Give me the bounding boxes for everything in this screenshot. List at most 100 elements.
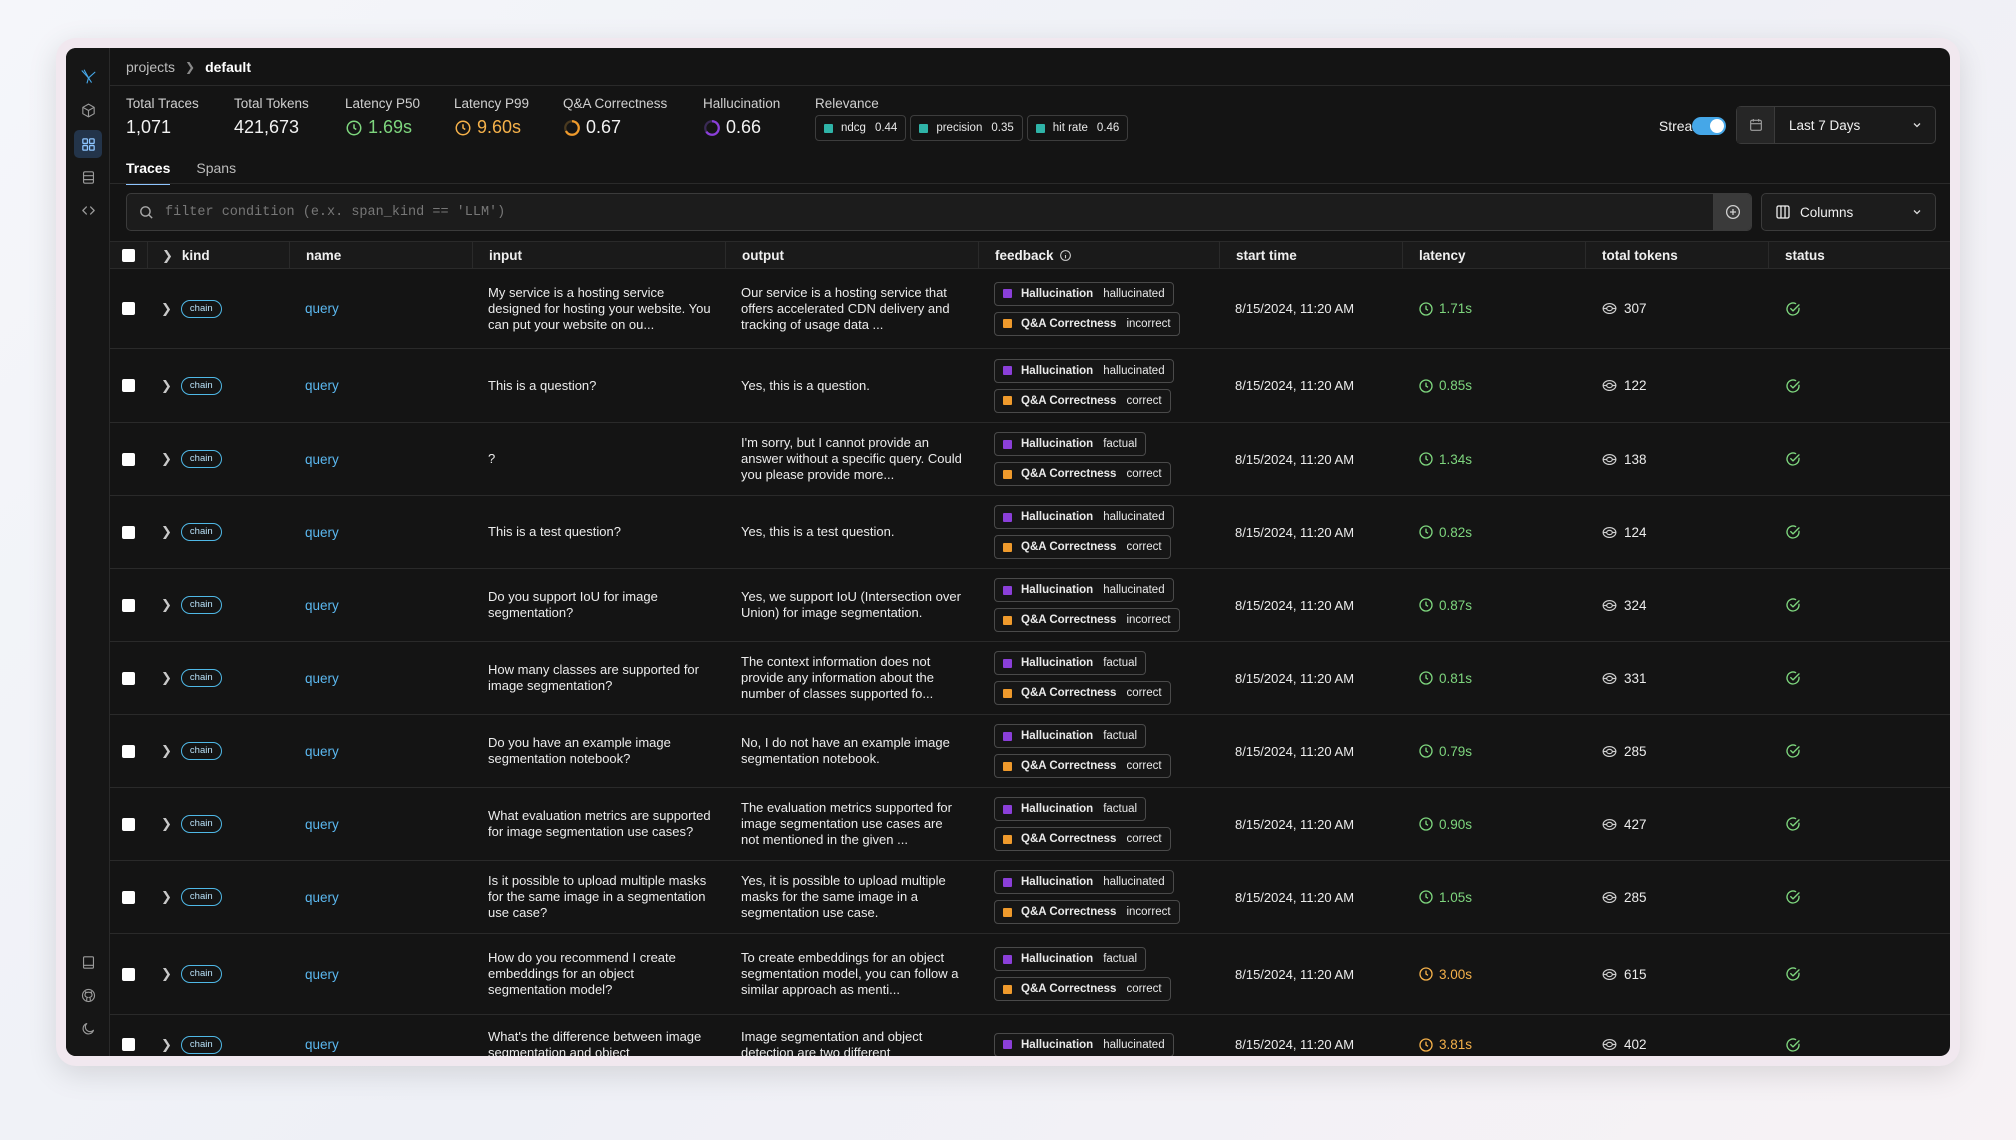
annotation-label: factual bbox=[1103, 803, 1138, 815]
hallucination-annotation[interactable]: Hallucination factual bbox=[994, 947, 1147, 971]
hallucination-annotation[interactable]: Hallucination factual bbox=[994, 651, 1147, 675]
github-icon[interactable] bbox=[74, 981, 102, 1009]
qa-correctness-annotation[interactable]: Q&A Correctness correct bbox=[994, 754, 1171, 778]
row-checkbox[interactable] bbox=[110, 788, 147, 860]
breadcrumb-projects[interactable]: projects bbox=[126, 59, 175, 75]
code-icon[interactable] bbox=[74, 196, 102, 224]
divider bbox=[110, 183, 1950, 184]
row-checkbox[interactable] bbox=[110, 269, 147, 348]
trace-name-link[interactable]: query bbox=[305, 967, 339, 982]
cube-icon[interactable] bbox=[74, 96, 102, 124]
header-kind[interactable]: ❯ kind bbox=[147, 242, 289, 269]
book-icon[interactable] bbox=[74, 948, 102, 976]
hallucination-annotation[interactable]: Hallucination factual bbox=[994, 432, 1147, 456]
table-row[interactable]: ❯ chain query My service is a hosting se… bbox=[110, 269, 1950, 349]
info-icon[interactable] bbox=[1059, 249, 1072, 262]
table-row[interactable]: ❯ chain query This is a test question? Y… bbox=[110, 496, 1950, 569]
token-icon bbox=[1602, 526, 1617, 538]
table-row[interactable]: ❯ chain query Do you support IoU for ima… bbox=[110, 569, 1950, 642]
table-row[interactable]: ❯ chain query ? I'm sorry, but I cannot … bbox=[110, 423, 1950, 496]
row-checkbox[interactable] bbox=[110, 1015, 147, 1056]
trace-name-link[interactable]: query bbox=[305, 598, 339, 613]
chevron-right-icon[interactable]: ❯ bbox=[162, 248, 173, 264]
qa-correctness-annotation[interactable]: Q&A Correctness correct bbox=[994, 977, 1171, 1001]
row-checkbox[interactable] bbox=[110, 349, 147, 422]
date-range-picker[interactable]: Last 7 Days bbox=[1736, 106, 1936, 144]
hallucination-annotation[interactable]: Hallucination hallucinated bbox=[994, 1032, 1174, 1056]
expand-chevron-icon[interactable]: ❯ bbox=[161, 889, 172, 905]
columns-button[interactable]: Columns bbox=[1761, 193, 1936, 231]
expand-chevron-icon[interactable]: ❯ bbox=[161, 378, 172, 394]
expand-chevron-icon[interactable]: ❯ bbox=[161, 597, 172, 613]
header-input[interactable]: input bbox=[472, 242, 725, 269]
qa-correctness-annotation[interactable]: Q&A Correctness correct bbox=[994, 681, 1171, 705]
header-start-time[interactable]: start time bbox=[1219, 242, 1402, 269]
row-checkbox[interactable] bbox=[110, 569, 147, 641]
qa-correctness-annotation[interactable]: Q&A Correctness correct bbox=[994, 388, 1171, 413]
expand-chevron-icon[interactable]: ❯ bbox=[161, 670, 172, 686]
trace-name-link[interactable]: query bbox=[305, 301, 339, 316]
expand-chevron-icon[interactable]: ❯ bbox=[161, 524, 172, 540]
calendar-icon[interactable] bbox=[1737, 107, 1775, 143]
tab-traces[interactable]: Traces bbox=[126, 160, 171, 185]
trace-name-link[interactable]: query bbox=[305, 890, 339, 905]
qa-correctness-annotation[interactable]: Q&A Correctness incorrect bbox=[994, 311, 1180, 336]
header-name[interactable]: name bbox=[289, 242, 472, 269]
header-status[interactable]: status bbox=[1768, 242, 1950, 269]
qa-correctness-annotation[interactable]: Q&A Correctness correct bbox=[994, 462, 1171, 486]
trace-name-link[interactable]: query bbox=[305, 452, 339, 467]
row-checkbox[interactable] bbox=[110, 934, 147, 1014]
trace-name-link[interactable]: query bbox=[305, 744, 339, 759]
qa-correctness-annotation[interactable]: Q&A Correctness correct bbox=[994, 827, 1171, 851]
table-row[interactable]: ❯ chain query How do you recommend I cre… bbox=[110, 934, 1950, 1015]
table-row[interactable]: ❯ chain query What evaluation metrics ar… bbox=[110, 788, 1950, 861]
header-latency[interactable]: latency bbox=[1402, 242, 1585, 269]
hallucination-annotation[interactable]: Hallucination hallucinated bbox=[994, 870, 1174, 894]
table-row[interactable]: ❯ chain query Do you have an example ima… bbox=[110, 715, 1950, 788]
row-checkbox[interactable] bbox=[110, 496, 147, 568]
bird-logo-icon[interactable] bbox=[74, 62, 102, 90]
header-total-tokens[interactable]: total tokens bbox=[1585, 242, 1768, 269]
expand-chevron-icon[interactable]: ❯ bbox=[161, 1037, 172, 1053]
grid-icon[interactable] bbox=[74, 130, 102, 158]
trace-name-link[interactable]: query bbox=[305, 671, 339, 686]
database-icon[interactable] bbox=[74, 163, 102, 191]
row-checkbox[interactable] bbox=[110, 423, 147, 495]
table-row[interactable]: ❯ chain query How many classes are suppo… bbox=[110, 642, 1950, 715]
table-row[interactable]: ❯ chain query Is it possible to upload m… bbox=[110, 861, 1950, 934]
status-cell bbox=[1768, 569, 1950, 641]
moon-icon[interactable] bbox=[74, 1014, 102, 1042]
hallucination-annotation[interactable]: Hallucination factual bbox=[994, 724, 1147, 748]
header-feedback[interactable]: feedback bbox=[978, 242, 1219, 269]
date-range-select[interactable]: Last 7 Days bbox=[1775, 107, 1935, 143]
expand-chevron-icon[interactable]: ❯ bbox=[161, 816, 172, 832]
qa-correctness-annotation[interactable]: Q&A Correctness incorrect bbox=[994, 900, 1180, 924]
stream-toggle[interactable] bbox=[1692, 117, 1726, 135]
output-text: The context information does not provide… bbox=[741, 654, 934, 701]
hallucination-annotation[interactable]: Hallucination factual bbox=[994, 797, 1147, 821]
add-filter-button[interactable] bbox=[1713, 194, 1751, 230]
expand-chevron-icon[interactable]: ❯ bbox=[161, 301, 172, 317]
row-checkbox[interactable] bbox=[110, 715, 147, 787]
filter-input[interactable] bbox=[165, 204, 1713, 220]
row-checkbox[interactable] bbox=[110, 642, 147, 714]
trace-name-link[interactable]: query bbox=[305, 378, 339, 393]
header-output[interactable]: output bbox=[725, 242, 978, 269]
table-row[interactable]: ❯ chain query What's the difference betw… bbox=[110, 1015, 1950, 1056]
tab-spans[interactable]: Spans bbox=[196, 160, 236, 185]
qa-correctness-annotation[interactable]: Q&A Correctness incorrect bbox=[994, 608, 1180, 632]
hallucination-annotation[interactable]: Hallucination hallucinated bbox=[994, 281, 1174, 306]
trace-name-link[interactable]: query bbox=[305, 525, 339, 540]
select-all-checkbox[interactable] bbox=[110, 242, 147, 269]
trace-name-link[interactable]: query bbox=[305, 1037, 339, 1052]
table-row[interactable]: ❯ chain query This is a question? Yes, t… bbox=[110, 349, 1950, 423]
expand-chevron-icon[interactable]: ❯ bbox=[161, 451, 172, 467]
hallucination-annotation[interactable]: Hallucination hallucinated bbox=[994, 505, 1174, 529]
hallucination-annotation[interactable]: Hallucination hallucinated bbox=[994, 358, 1174, 383]
expand-chevron-icon[interactable]: ❯ bbox=[161, 966, 172, 982]
trace-name-link[interactable]: query bbox=[305, 817, 339, 832]
expand-chevron-icon[interactable]: ❯ bbox=[161, 743, 172, 759]
row-checkbox[interactable] bbox=[110, 861, 147, 933]
qa-correctness-annotation[interactable]: Q&A Correctness correct bbox=[994, 535, 1171, 559]
hallucination-annotation[interactable]: Hallucination hallucinated bbox=[994, 578, 1174, 602]
